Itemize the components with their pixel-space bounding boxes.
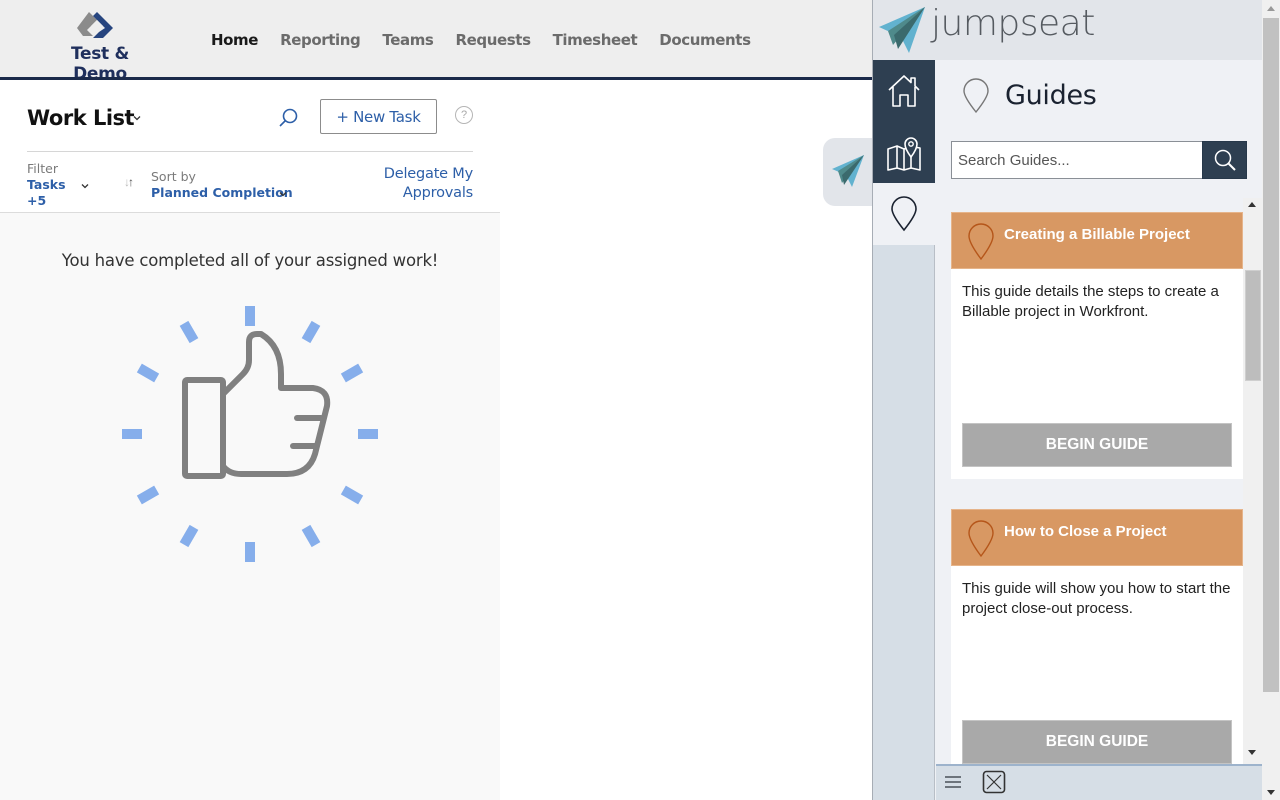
ray	[340, 363, 364, 383]
begin-guide-button[interactable]: BEGIN GUIDE	[962, 720, 1232, 764]
work-list-title[interactable]: Work List	[27, 106, 135, 130]
guide-card: Creating a Billable Project This guide d…	[951, 212, 1243, 479]
nav-requests[interactable]: Requests	[455, 31, 531, 49]
scroll-up-arrow[interactable]	[1248, 202, 1256, 207]
chevron-down-icon[interactable]	[278, 189, 288, 199]
delegate-approvals-link[interactable]: Delegate My Approvals	[384, 165, 473, 203]
guide-card: How to Close a Project This guide will s…	[951, 509, 1243, 765]
rail-home-button[interactable]	[873, 60, 935, 122]
scroll-down-arrow[interactable]	[1248, 750, 1256, 755]
delegate-line-1: Delegate My	[383, 166, 473, 182]
chevron-down-icon[interactable]	[80, 181, 90, 191]
filter-value: Tasks	[27, 177, 66, 192]
jumpseat-rail	[873, 60, 935, 800]
jumpseat-panel: jumpseat Guides Search Guides... Creatin…	[872, 0, 1262, 800]
guides-scrollbar[interactable]	[1243, 198, 1262, 765]
paper-plane-icon	[832, 155, 864, 187]
guide-description: This guide details the steps to create a…	[962, 283, 1219, 320]
jumpseat-brand: jumpseat	[931, 3, 1095, 44]
ray	[179, 320, 199, 344]
sort-label: Sort by	[151, 169, 196, 184]
home-icon	[888, 75, 920, 107]
work-list-header: Work List + New Task ? Filter Tasks +5 ↓…	[0, 80, 500, 213]
guide-description: This guide will show you how to start th…	[962, 580, 1231, 617]
jumpseat-launcher-tab[interactable]	[823, 138, 873, 206]
nav-documents[interactable]: Documents	[659, 31, 751, 49]
menu-icon[interactable]	[944, 774, 962, 790]
begin-guide-button[interactable]: BEGIN GUIDE	[962, 423, 1232, 467]
guide-card-header[interactable]: Creating a Billable Project	[951, 212, 1243, 269]
filter-label: Filter	[27, 161, 58, 176]
location-pin-icon	[968, 223, 994, 261]
nav-timesheet[interactable]: Timesheet	[553, 31, 638, 49]
nav-teams[interactable]: Teams	[382, 31, 433, 49]
ray	[245, 306, 255, 326]
scroll-down-arrow[interactable]	[1267, 790, 1275, 795]
guides-title: Guides	[1005, 80, 1097, 111]
search-icon[interactable]	[277, 107, 299, 129]
guides-list: Creating a Billable Project This guide d…	[936, 198, 1262, 765]
ray	[136, 363, 160, 383]
guide-card-header[interactable]: How to Close a Project	[951, 509, 1243, 566]
work-list-panel: Work List + New Task ? Filter Tasks +5 ↓…	[0, 80, 500, 800]
ray	[179, 524, 199, 548]
scrollbar-thumb[interactable]	[1245, 270, 1261, 381]
nav-reporting[interactable]: Reporting	[280, 31, 361, 49]
thumbs-up-illustration	[122, 306, 378, 562]
delegate-line-2: Approvals	[402, 185, 473, 201]
guide-title: How to Close a Project	[1004, 523, 1167, 540]
search-icon	[1214, 149, 1236, 171]
chevron-down-icon[interactable]	[132, 113, 142, 123]
ray	[136, 485, 160, 505]
page-scrollbar[interactable]	[1262, 0, 1280, 800]
scroll-up-arrow[interactable]	[1267, 6, 1275, 11]
app-header: Test & Demo Home Reporting Teams Request…	[0, 0, 872, 84]
location-pin-icon	[891, 196, 917, 232]
search-guides-input[interactable]	[951, 141, 1203, 179]
brand-logo-icon	[77, 12, 113, 38]
map-pin-icon	[887, 137, 921, 171]
ray	[340, 485, 364, 505]
brand-logo[interactable]: Test & Demo	[44, 10, 156, 84]
ray	[301, 320, 321, 344]
expand-icon[interactable]	[982, 770, 1006, 794]
jumpseat-footer	[936, 764, 1262, 800]
ray	[122, 429, 142, 439]
thumbs-up-icon	[182, 331, 331, 479]
rail-guides-button[interactable]	[873, 183, 935, 245]
guide-title: Creating a Billable Project	[1004, 226, 1190, 243]
sort-dropdown[interactable]: Planned Completion	[151, 185, 293, 200]
ray	[245, 542, 255, 562]
ray	[301, 524, 321, 548]
location-pin-icon	[968, 520, 994, 558]
guides-panel: Guides Creating a Billable Project	[936, 60, 1262, 765]
sort-direction-icon[interactable]: ↓↑	[124, 175, 134, 189]
jumpseat-logo-icon	[879, 7, 925, 53]
new-task-button[interactable]: + New Task	[320, 99, 437, 134]
rail-map-button[interactable]	[873, 122, 935, 184]
empty-state-message: You have completed all of your assigned …	[61, 251, 439, 270]
ray	[358, 429, 378, 439]
filter-count: +5	[27, 193, 47, 208]
nav-home[interactable]: Home	[211, 31, 258, 49]
main-nav: Home Reporting Teams Requests Timesheet …	[211, 31, 773, 49]
jumpseat-header: jumpseat	[873, 0, 1262, 60]
scrollbar-thumb[interactable]	[1263, 18, 1279, 692]
divider	[27, 151, 473, 152]
filter-dropdown[interactable]: Tasks +5	[27, 177, 67, 209]
location-pin-icon	[963, 78, 989, 114]
help-icon[interactable]: ?	[455, 106, 473, 124]
search-guides-button[interactable]	[1202, 141, 1247, 179]
